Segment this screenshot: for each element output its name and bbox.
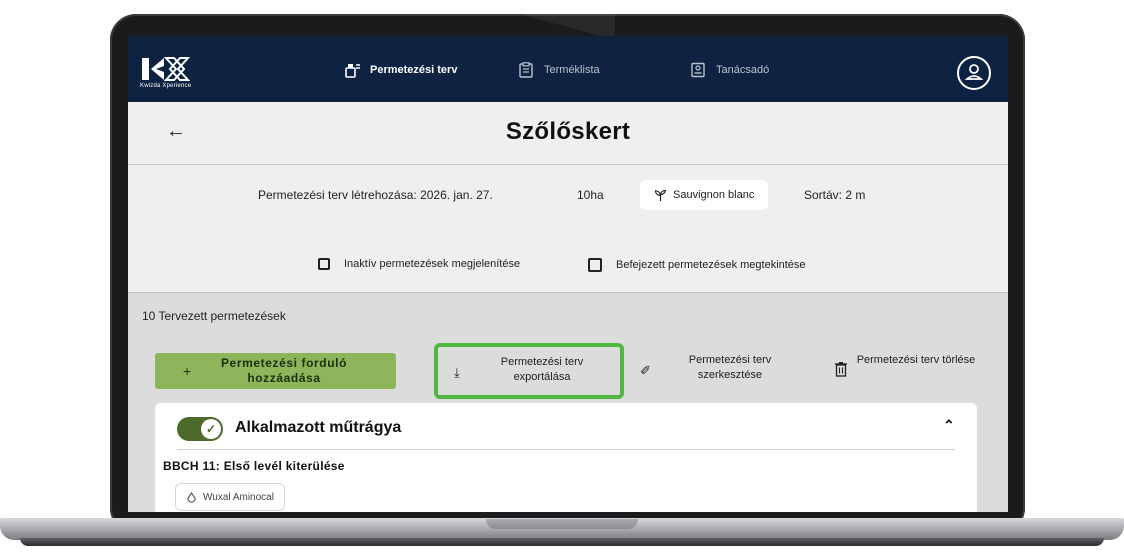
plan-area: 10ha bbox=[577, 188, 604, 202]
nav-item-spraying-plan[interactable]: Permetezési terv bbox=[344, 62, 457, 78]
planned-sprays-section: 10 Tervezett permetezések + Permetezési … bbox=[128, 292, 1008, 512]
product-name: Wuxal Aminocal bbox=[203, 491, 274, 503]
product-chip[interactable]: Wuxal Aminocal bbox=[175, 483, 285, 511]
bbch-stage-title: BBCH 11: Első levél kiterülése bbox=[163, 459, 345, 473]
add-spray-round-button[interactable]: + Permetezési forduló hozzáadása bbox=[155, 353, 396, 389]
advisor-icon bbox=[691, 62, 705, 78]
download-icon: ⤓ bbox=[454, 365, 460, 380]
finished-filter[interactable]: Befejezett permetezések megtekintése bbox=[588, 258, 806, 272]
title-bar: ← Szőlőskert bbox=[128, 102, 1008, 165]
logo-text: Kwizda Xperience bbox=[140, 83, 192, 89]
app-screen: Kwizda Xperience Permetezési terv Termék… bbox=[128, 36, 1008, 512]
sprayer-icon bbox=[345, 64, 360, 78]
nav-label-spraying-plan: Permetezési terv bbox=[370, 64, 458, 76]
inactive-filter[interactable]: Inaktív permetezések megjelenítése bbox=[318, 258, 520, 270]
fertilizer-toggle[interactable]: ✓ bbox=[177, 417, 223, 441]
trash-icon bbox=[835, 362, 847, 377]
nav-item-product-list[interactable]: Terméklista bbox=[518, 62, 600, 78]
finished-checkbox[interactable] bbox=[588, 258, 602, 272]
fertilizer-card: ✓ Alkalmazott műtrágya ⌃ BBCH 11: Első l… bbox=[155, 403, 977, 512]
finished-filter-label: Befejezett permetezések megtekintése bbox=[616, 259, 806, 271]
inactive-filter-label: Inaktív permetezések megjelenítése bbox=[344, 258, 521, 270]
pencil-icon: ✐ bbox=[640, 363, 651, 378]
delete-plan-label: Permetezési terv törlése bbox=[856, 354, 976, 366]
chevron-up-icon[interactable]: ⌃ bbox=[943, 417, 955, 434]
variety-name: Sauvignon blanc bbox=[673, 189, 755, 201]
laptop-notch bbox=[486, 519, 638, 529]
page-title: Szőlőskert bbox=[505, 118, 631, 145]
laptop-base-bottom bbox=[20, 538, 1104, 546]
sprout-icon bbox=[654, 189, 667, 201]
nav-label-advisor: Tanácsadó bbox=[716, 64, 770, 76]
add-spray-round-label: Permetezési forduló hozzáadása bbox=[220, 356, 348, 385]
drop-icon bbox=[187, 491, 196, 503]
card-title: Alkalmazott műtrágya bbox=[235, 419, 402, 436]
user-account-button[interactable] bbox=[957, 56, 991, 90]
plus-icon: + bbox=[183, 363, 192, 379]
inactive-checkbox[interactable] bbox=[318, 258, 330, 270]
user-icon bbox=[964, 64, 984, 80]
card-divider bbox=[177, 449, 955, 450]
planned-count: 10 Tervezett permetezések bbox=[142, 309, 286, 323]
clipboard-list-icon bbox=[519, 62, 533, 78]
top-navigation: Kwizda Xperience Permetezési terv Termék… bbox=[128, 36, 1008, 102]
checkmark-icon: ✓ bbox=[201, 419, 221, 439]
nav-item-advisor[interactable]: Tanácsadó bbox=[690, 62, 769, 78]
export-plan-button[interactable]: ⤓ Permetezési terv exportálása bbox=[434, 343, 624, 399]
variety-chip: Sauvignon blanc bbox=[640, 180, 769, 210]
export-plan-label: Permetezési terv exportálása bbox=[500, 356, 584, 383]
plan-created-date: Permetezési terv létrehozása: 2026. jan.… bbox=[258, 188, 493, 202]
edit-plan-label: Permetezési terv szerkesztése bbox=[688, 354, 772, 381]
row-spacing: Sortáv: 2 m bbox=[804, 188, 866, 202]
nav-label-product-list: Terméklista bbox=[544, 64, 600, 76]
delete-plan-button[interactable]: Permetezési terv törlése bbox=[834, 353, 994, 389]
edit-plan-button[interactable]: ✐ Permetezési terv szerkesztése bbox=[640, 353, 800, 389]
